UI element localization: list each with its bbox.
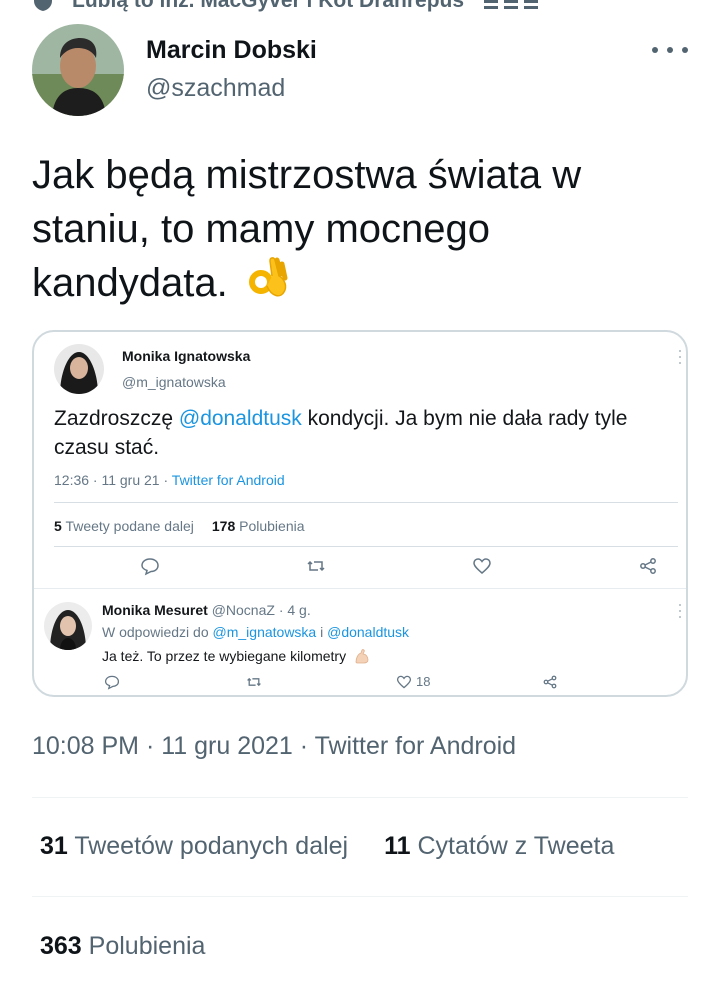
- embedded-timestamp: 12:36 · 11 gru 21 · Twitter for Android: [54, 472, 285, 488]
- tweet-timestamp[interactable]: 10:08 PM · 11 gru 2021 · Twitter for And…: [32, 732, 516, 761]
- embedded-mention: @donaldtusk: [178, 407, 302, 430]
- retweets-link[interactable]: 31 Tweetów podanych dalej: [40, 832, 348, 860]
- share-icon: [640, 558, 656, 574]
- embedded-tweet-text: Zazdroszczę @donaldtusk kondycji. Ja bym…: [54, 407, 628, 459]
- embedded-stats: 5 Tweety podane dalej 178 Polubienia: [54, 518, 305, 534]
- reply-text: Ja też. To przez te wybiegane kilometry: [102, 648, 370, 664]
- social-context-text: Lubią to inż. MacGyver i Kot Drahrepus: [72, 0, 465, 12]
- reply-context: W odpowiedzi do @m_ignatowska i @donaldt…: [102, 624, 410, 640]
- divider: [54, 546, 678, 547]
- flexed-biceps-icon: [355, 649, 369, 664]
- tweet-text: Jak będą mistrzostwa świata w staniu, to…: [32, 148, 682, 310]
- reply-header: Monika Mesuret @NocnaZ · 4 g.: [102, 602, 311, 618]
- divider: [32, 896, 688, 897]
- shield-icon: [34, 0, 52, 11]
- reply-likes-count: 18: [416, 674, 431, 689]
- reply-more-icon: [679, 604, 683, 618]
- reply-author-avatar: [44, 602, 92, 650]
- author-name[interactable]: Marcin Dobski: [146, 36, 317, 65]
- social-context[interactable]: Lubią to inż. MacGyver i Kot Drahrepus: [32, 0, 542, 16]
- divider: [54, 502, 678, 503]
- author-avatar[interactable]: [32, 24, 124, 116]
- embedded-actions: [54, 556, 678, 578]
- heart-icon: [473, 558, 491, 574]
- reply-icon: [141, 558, 159, 576]
- likes-link[interactable]: 363 Polubienia: [40, 932, 205, 961]
- more-icon: [652, 47, 658, 53]
- heart-icon: [396, 675, 412, 689]
- embedded-image[interactable]: Monika Ignatowska @m_ignatowska Zazdrosz…: [32, 330, 688, 697]
- tweet-body: Jak będą mistrzostwa świata w staniu, to…: [32, 153, 582, 305]
- more-options-button[interactable]: [652, 38, 688, 62]
- embedded-more-icon: [679, 350, 683, 364]
- divider: [34, 588, 686, 589]
- retweet-icon: [247, 677, 261, 687]
- embedded-author-name: Monika Ignatowska: [122, 348, 251, 364]
- reply-icon: [104, 675, 120, 690]
- retweet-icon: [307, 560, 325, 572]
- author-handle[interactable]: @szachmad: [146, 74, 285, 103]
- embedded-author-handle: @m_ignatowska: [122, 374, 226, 390]
- reply-actions: 18: [102, 674, 662, 692]
- embedded-author-avatar: [54, 344, 104, 394]
- ok-hand-icon: [248, 257, 288, 297]
- divider: [32, 797, 688, 798]
- quotes-link[interactable]: 11 Cytatów z Tweeta: [384, 832, 614, 860]
- tweet-stats: 31 Tweetów podanych dalej 11 Cytatów z Tw…: [40, 832, 614, 861]
- share-icon: [543, 675, 557, 689]
- flag-icon: [484, 0, 539, 9]
